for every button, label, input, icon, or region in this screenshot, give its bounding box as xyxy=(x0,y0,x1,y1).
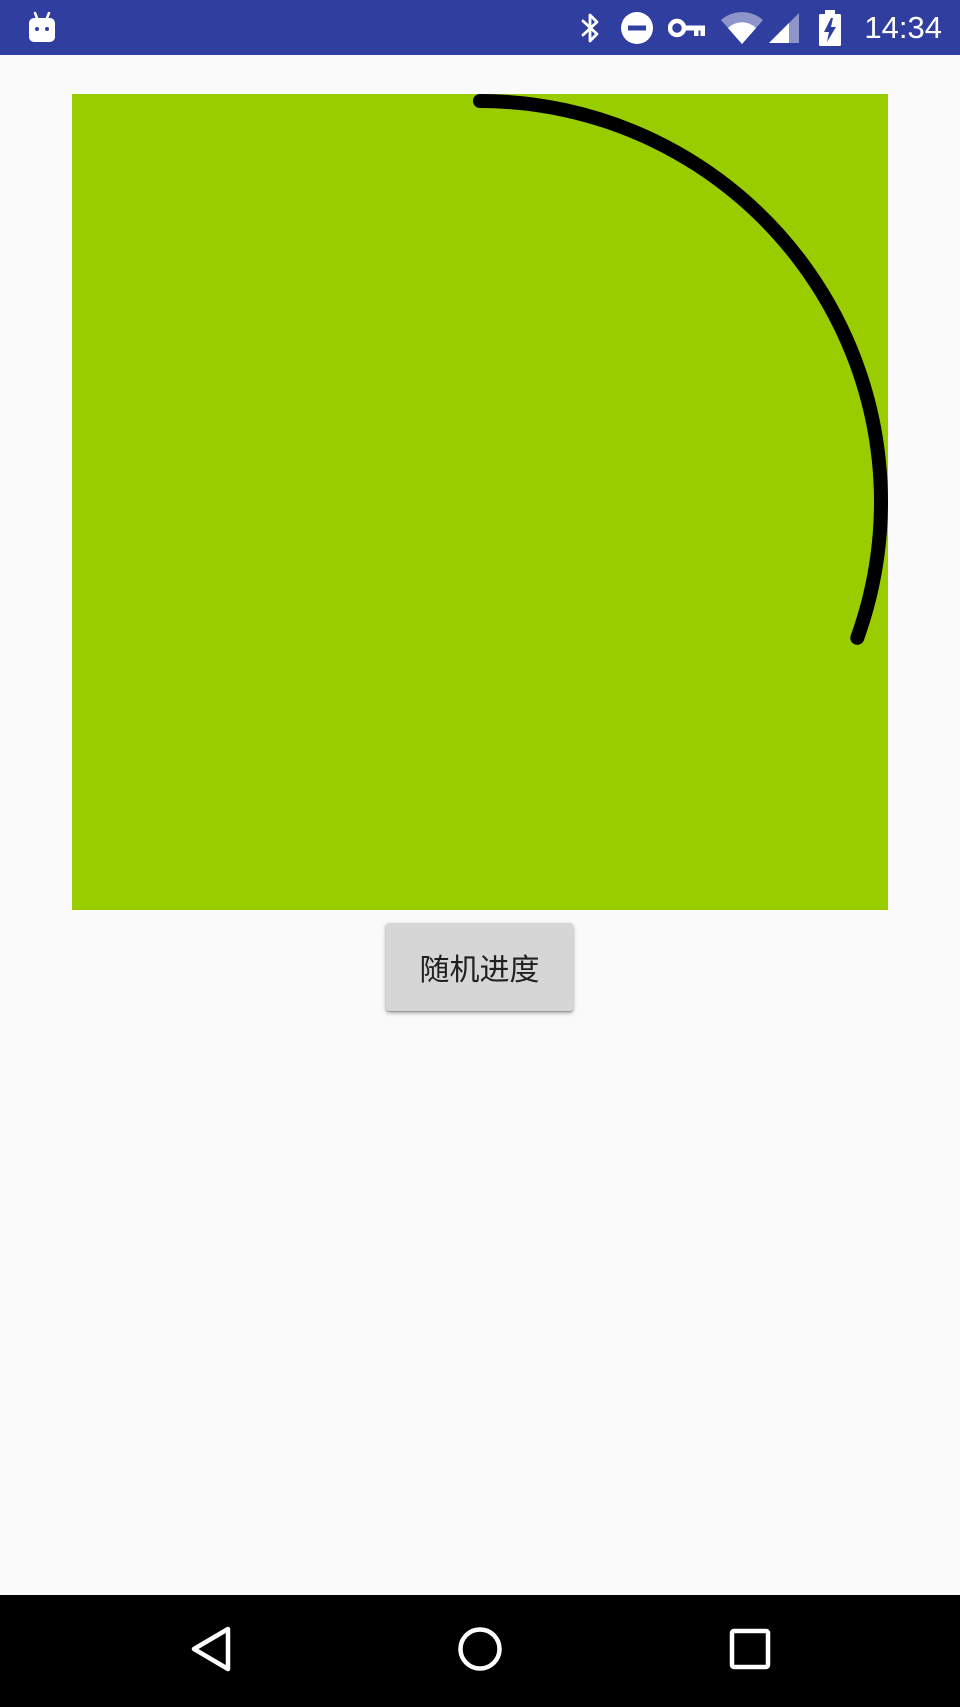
vpn-key-icon xyxy=(666,0,708,55)
progress-view-container xyxy=(72,94,888,910)
back-button[interactable] xyxy=(151,1595,271,1707)
status-bar: 14:34 xyxy=(0,0,960,55)
android-debug-icon xyxy=(24,0,60,55)
do-not-disturb-icon xyxy=(617,0,657,55)
bluetooth-icon xyxy=(574,0,608,55)
recents-icon xyxy=(729,1628,771,1674)
wifi-icon xyxy=(719,0,765,55)
home-button[interactable] xyxy=(420,1595,540,1707)
back-icon xyxy=(190,1626,232,1676)
status-bar-clock: 14:34 xyxy=(864,10,942,45)
progress-arc xyxy=(473,94,888,645)
recents-button[interactable] xyxy=(690,1595,810,1707)
home-icon xyxy=(457,1626,503,1676)
battery-charging-icon xyxy=(814,0,846,55)
navigation-bar xyxy=(0,1595,960,1707)
cell-signal-icon xyxy=(764,0,804,55)
random-progress-button[interactable]: 随机进度 xyxy=(386,923,573,1011)
progress-arc-canvas xyxy=(473,94,888,645)
